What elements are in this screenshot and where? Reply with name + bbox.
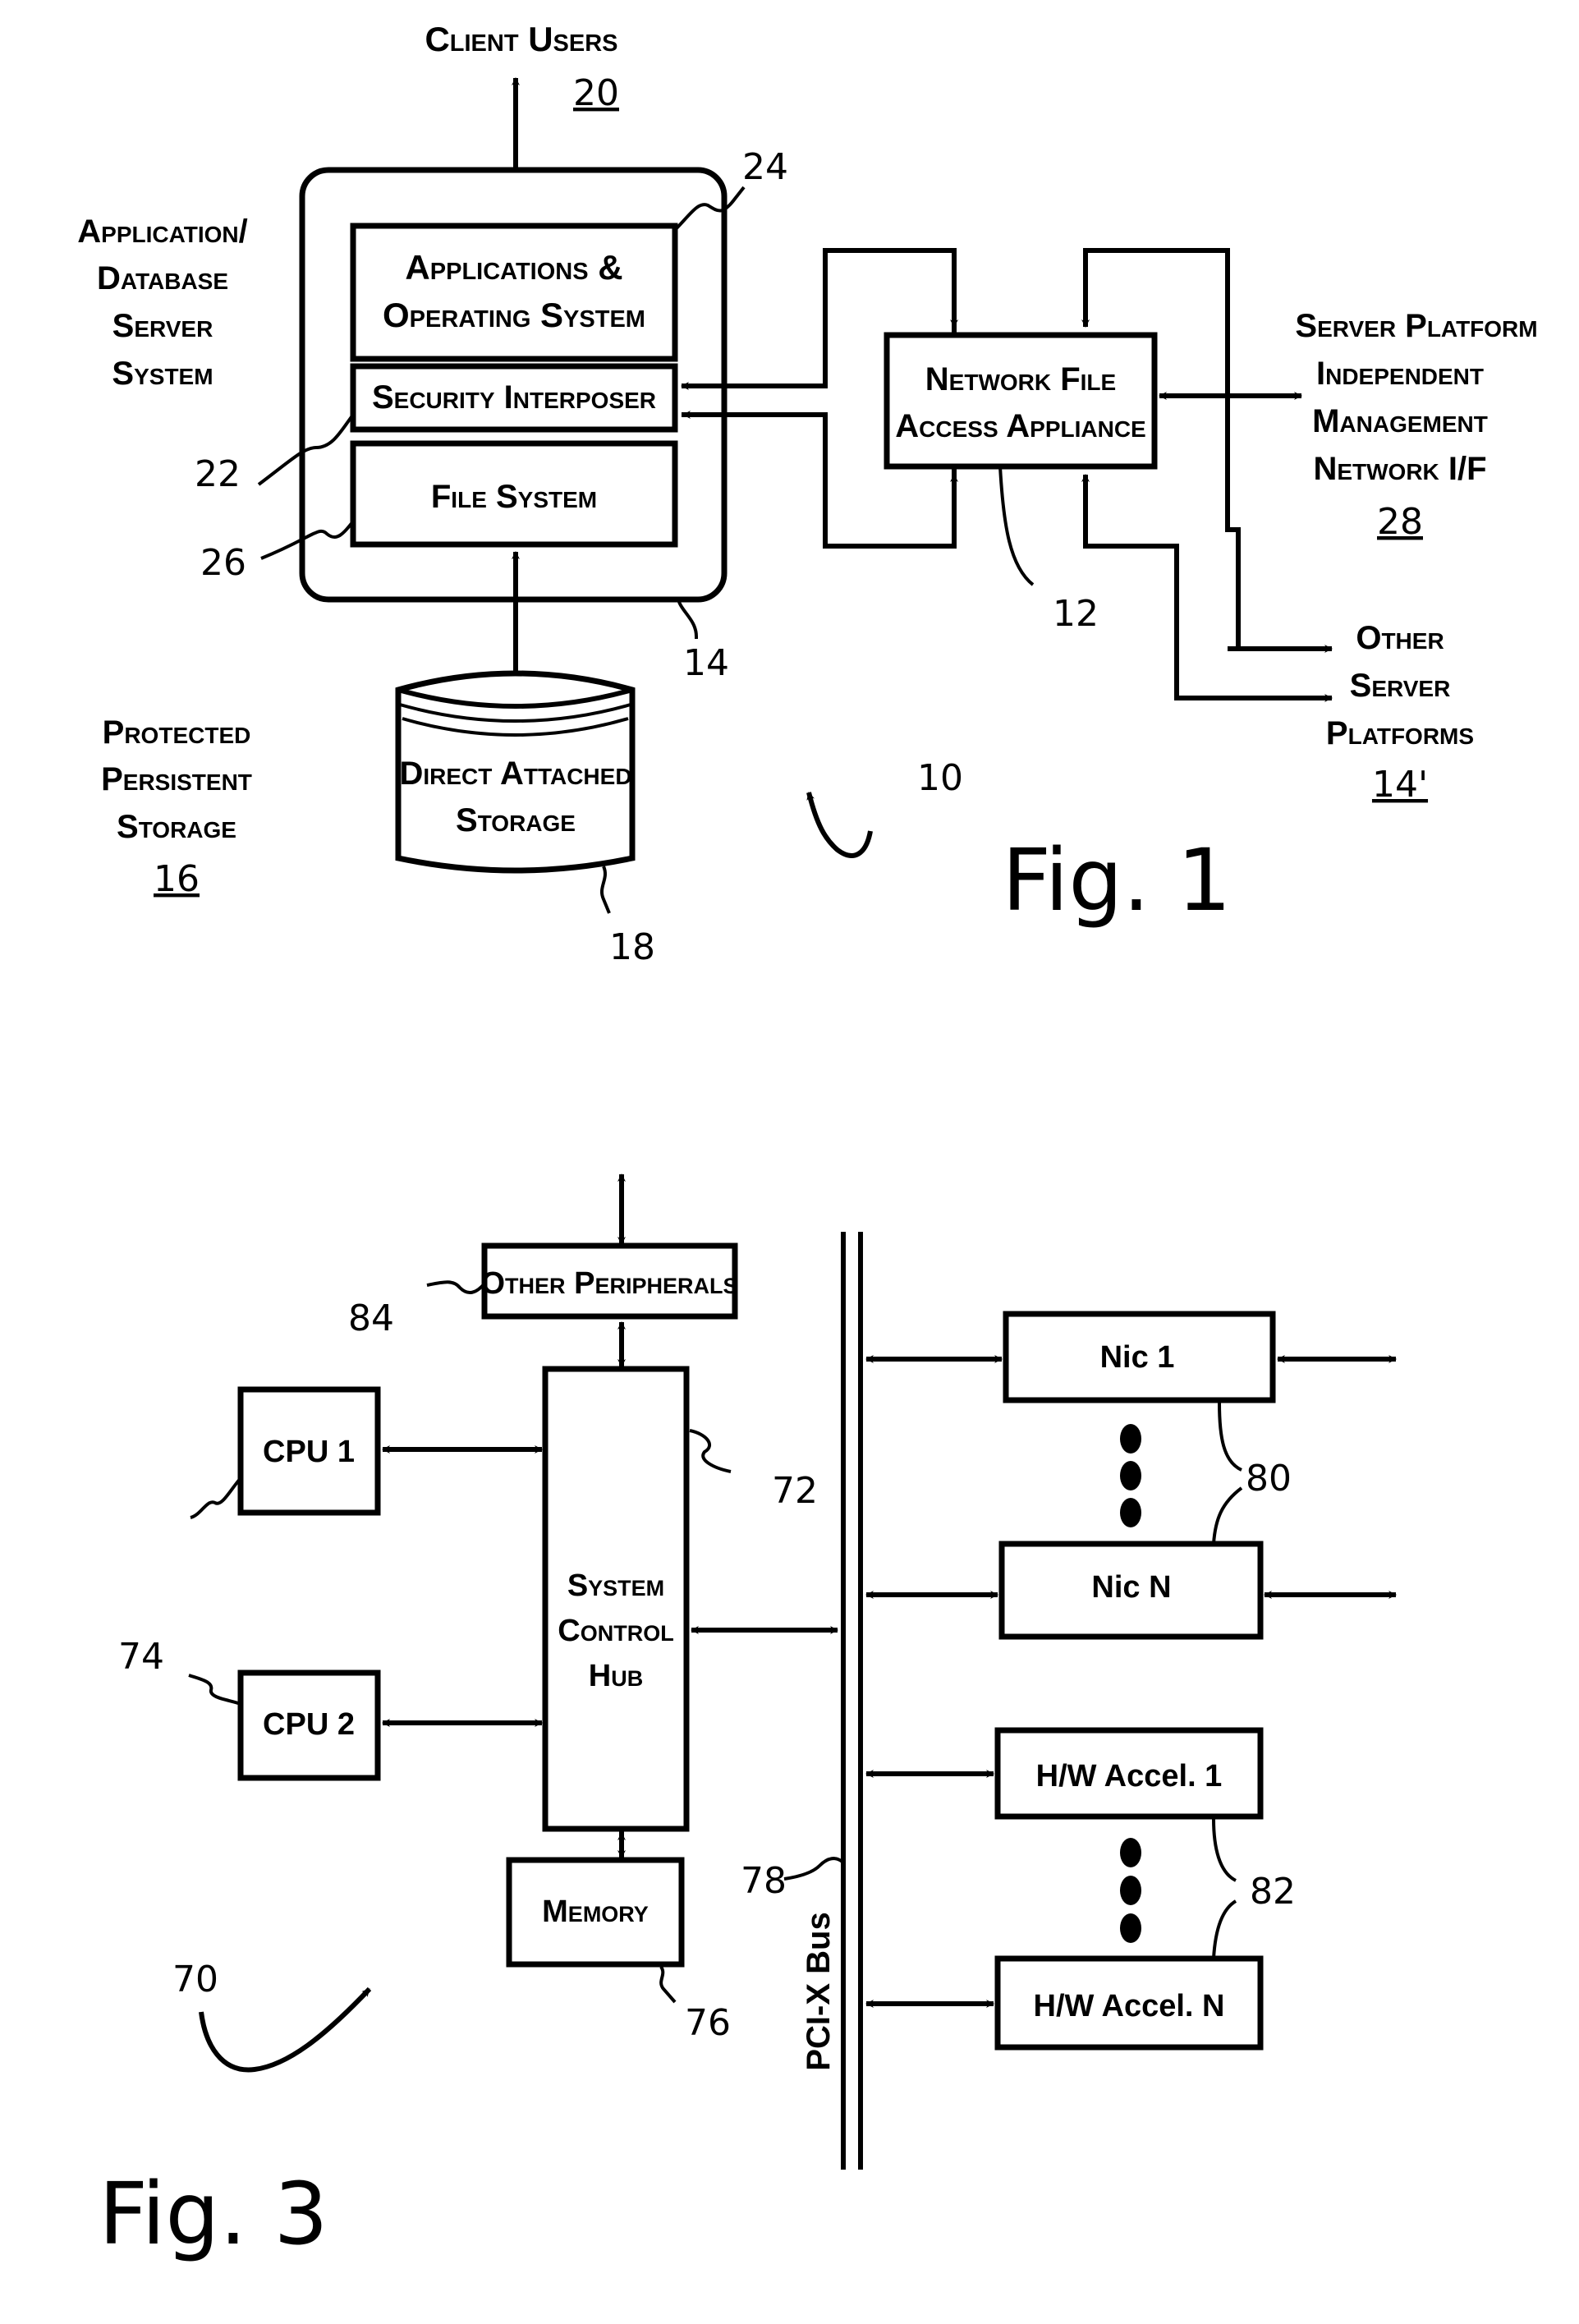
- patent-drawing-sheet: Client Users 20 Application/ Database Se…: [77, 20, 1537, 2264]
- server-leader: [677, 599, 698, 639]
- fig1-caption: Fig. 1: [1002, 830, 1231, 930]
- nic1-label: Nic 1: [1100, 1340, 1175, 1375]
- accel1-leader: [1212, 1818, 1237, 1882]
- accelN-leader: [1212, 1899, 1237, 1959]
- svg-text:Server: Server: [1350, 668, 1451, 704]
- nfa-leader: [998, 466, 1035, 586]
- nfa-label-line1: Network File: [925, 361, 1116, 397]
- svg-text:Independent: Independent: [1316, 356, 1484, 392]
- das-label-line1: Direct Attached: [399, 756, 631, 792]
- nfa-lower-right-path: [1083, 535, 1332, 700]
- svg-text:Management: Management: [1312, 403, 1488, 439]
- cpu2-label: CPU 2: [263, 1707, 355, 1742]
- das-ref: 18: [609, 926, 655, 968]
- peripherals-leader: [426, 1280, 486, 1294]
- das-label-line2: Storage: [456, 802, 576, 838]
- hub-label-line1: System: [567, 1568, 664, 1603]
- file-system-label: File System: [431, 479, 597, 515]
- protected-storage-label: Protected Persistent Storage 16: [101, 714, 252, 900]
- svg-text:Platforms: Platforms: [1326, 715, 1474, 751]
- svg-text:16: 16: [154, 858, 200, 900]
- memory-ref: 76: [685, 2002, 731, 2044]
- nic-ref: 80: [1246, 1458, 1292, 1500]
- pci-x-bus-label: PCI-X Bus: [801, 1912, 837, 2070]
- svg-text:14': 14': [1372, 764, 1428, 806]
- security-interposer-ref: 22: [195, 453, 241, 495]
- hw-accel1-label: H/W Accel. 1: [1036, 1759, 1223, 1794]
- cpu1-label: CPU 1: [263, 1435, 355, 1469]
- svg-text:Persistent: Persistent: [101, 761, 252, 797]
- cpu2-leader: [188, 1674, 241, 1706]
- nicn-label: Nic N: [1091, 1570, 1171, 1605]
- svg-text:Application/: Application/: [77, 214, 247, 250]
- network-file-access-appliance-box: [884, 332, 1158, 470]
- security-interposer-label: Security Interposer: [372, 379, 656, 416]
- nfa-label-line2: Access Appliance: [895, 408, 1145, 444]
- fig3-system-ref-arrow: [199, 1986, 372, 2073]
- accel-ref: 82: [1250, 1871, 1296, 1913]
- svg-text:Storage: Storage: [117, 809, 236, 845]
- bus-ref: 78: [741, 1860, 787, 1902]
- nic-ellipsis: [1120, 1424, 1141, 1527]
- svg-text:Other: Other: [1356, 620, 1444, 656]
- hw-accelN-label: H/W Accel. N: [1034, 1989, 1225, 2023]
- apps-os-label-line2: Operating System: [383, 296, 645, 334]
- other-peripherals-label: Other Peripherals: [481, 1266, 738, 1301]
- svg-text:Server: Server: [112, 308, 213, 344]
- nfa-ref: 12: [1053, 593, 1099, 635]
- svg-text:Server Platform: Server Platform: [1295, 308, 1537, 344]
- fig3-caption: Fig. 3: [99, 2164, 328, 2264]
- memory-leader: [659, 1965, 677, 2004]
- fig1-system-ref-arrow: [806, 792, 873, 858]
- other-server-platforms-label: Other Server Platforms 14': [1326, 620, 1474, 806]
- svg-text:Network I/F: Network I/F: [1313, 451, 1486, 487]
- svg-text:Protected: Protected: [103, 714, 251, 751]
- mgmt-network-if-label: Server Platform Independent Management N…: [1295, 308, 1537, 543]
- accel-ellipsis: [1120, 1838, 1141, 1943]
- figure-1: Client Users 20 Application/ Database Se…: [77, 20, 1537, 968]
- fig3-system-ref: 70: [172, 1959, 218, 2000]
- server-system-label: Application/ Database Server System: [77, 214, 247, 392]
- cpu1-leader: [190, 1477, 242, 1519]
- figure-3: Other Peripherals 84 System Control Hub …: [99, 1173, 1397, 2264]
- hub-label-line2: Control: [558, 1614, 673, 1648]
- svg-text:System: System: [112, 356, 213, 392]
- bus-leader: [783, 1857, 845, 1881]
- svg-text:Database: Database: [97, 260, 228, 296]
- hub-ref: 72: [772, 1470, 818, 1512]
- client-users-ref: 20: [573, 72, 619, 114]
- nic1-leader: [1218, 1402, 1242, 1472]
- hub-label-line3: Hub: [589, 1659, 643, 1693]
- fig1-system-ref: 10: [917, 757, 963, 799]
- cpu-ref: 74: [118, 1636, 164, 1678]
- memory-label: Memory: [542, 1895, 649, 1929]
- server-ref: 14: [683, 642, 729, 684]
- nicn-leader: [1212, 1486, 1243, 1545]
- client-users-label: Client Users: [425, 20, 617, 58]
- hub-leader: [689, 1429, 732, 1473]
- das-leader: [600, 866, 611, 914]
- apps-os-box: [350, 223, 678, 362]
- file-system-ref: 26: [200, 542, 246, 584]
- svg-text:28: 28: [1377, 501, 1423, 543]
- peripherals-ref: 84: [348, 1297, 394, 1339]
- apps-os-label-line1: Applications &: [405, 248, 622, 287]
- apps-os-ref: 24: [742, 146, 788, 188]
